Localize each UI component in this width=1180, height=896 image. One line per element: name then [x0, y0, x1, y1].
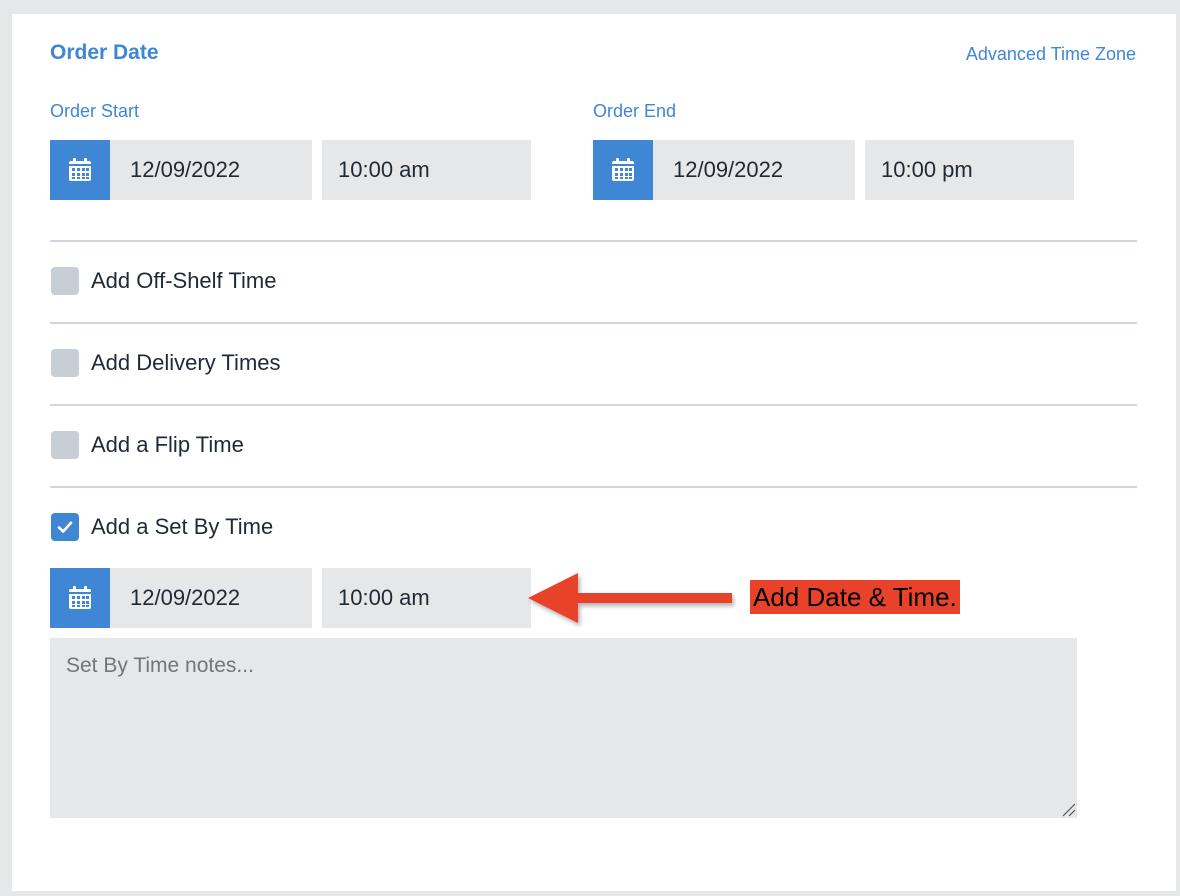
set-by-date-input[interactable]: 12/09/2022 — [110, 568, 312, 628]
advanced-time-zone-link[interactable]: Advanced Time Zone — [966, 42, 1136, 66]
option-add-flip-time[interactable]: Add a Flip Time — [51, 431, 244, 459]
option-label: Add Off-Shelf Time — [91, 268, 277, 293]
order-start-calendar-button[interactable] — [50, 140, 110, 200]
order-start-label: Order Start — [50, 101, 140, 121]
calendar-icon — [612, 158, 634, 181]
checkbox-delivery-times[interactable] — [51, 349, 79, 377]
option-label: Add Delivery Times — [91, 350, 281, 375]
option-add-set-by-time[interactable]: Add a Set By Time — [51, 513, 273, 541]
order-start-date-input[interactable]: 12/09/2022 — [110, 140, 312, 200]
annotation-label: Add Date & Time. — [750, 580, 960, 614]
section-title: Order Date — [50, 41, 159, 64]
set-by-time-input[interactable]: 10:00 am — [322, 568, 531, 628]
order-start-time-input[interactable]: 10:00 am — [322, 140, 531, 200]
checkbox-set-by-time[interactable] — [51, 513, 79, 541]
resize-grip-icon[interactable] — [1060, 801, 1076, 817]
order-end-label: Order End — [593, 101, 677, 121]
arrow-left-icon — [528, 573, 732, 623]
calendar-icon — [69, 158, 91, 181]
checkbox-flip-time[interactable] — [51, 431, 79, 459]
divider — [50, 404, 1137, 406]
option-label: Add a Flip Time — [91, 432, 244, 457]
option-add-delivery-times[interactable]: Add Delivery Times — [51, 349, 281, 377]
divider — [50, 322, 1137, 324]
order-end-date-input[interactable]: 12/09/2022 — [653, 140, 855, 200]
divider — [50, 486, 1137, 488]
divider — [50, 240, 1137, 242]
calendar-icon — [69, 586, 91, 609]
order-end-time-input[interactable]: 10:00 pm — [865, 140, 1074, 200]
checkmark-icon — [57, 521, 73, 533]
set-by-calendar-button[interactable] — [50, 568, 110, 628]
order-date-card: Order Date Advanced Time Zone Order Star… — [12, 14, 1176, 891]
set-by-notes-textarea[interactable] — [50, 638, 1077, 818]
option-add-off-shelf-time[interactable]: Add Off-Shelf Time — [51, 267, 276, 295]
order-end-calendar-button[interactable] — [593, 140, 653, 200]
option-label: Add a Set By Time — [91, 514, 274, 539]
checkbox-off-shelf[interactable] — [51, 267, 79, 295]
